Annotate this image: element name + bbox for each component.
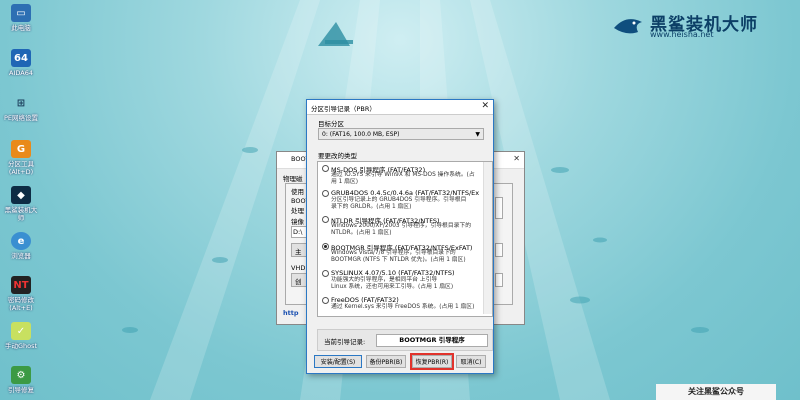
type-label: 要更改的类型 xyxy=(318,152,357,160)
follow-banner[interactable]: 关注黑鲨公众号 xyxy=(656,384,776,400)
target-partition-value: 0: (FAT16, 100.0 MB, ESP) xyxy=(322,131,400,138)
radio-button-selected[interactable] xyxy=(322,243,329,250)
option-title: GRUB4DOS 0.4.5c/0.4.6a (FAT/FAT32/NTFS/E… xyxy=(331,189,480,197)
password-icon: NT xyxy=(11,276,31,294)
side-control[interactable] xyxy=(495,273,503,287)
desktop-icon-label: PE网络设置 xyxy=(3,114,39,122)
desktop-icon-label: 手动Ghost xyxy=(4,342,38,350)
window-text: 物理磁 xyxy=(283,175,303,183)
option-desc: 功能强大的引导程序，是相同平台 上引导 Linux 系统，还也可用来工引导。(占… xyxy=(331,277,454,290)
window-text: 镜像 xyxy=(291,218,304,226)
close-icon[interactable]: ✕ xyxy=(513,154,520,163)
window-text: 处理 xyxy=(291,207,304,215)
browser-icon: e xyxy=(11,232,31,250)
desktop-icon-network[interactable]: ⊞ PE网络设置 xyxy=(3,94,39,123)
window-text: D:\ xyxy=(293,228,303,236)
shark-icon: ◆ xyxy=(11,186,31,204)
ghost-icon: ✓ xyxy=(11,322,31,340)
radio-button[interactable] xyxy=(322,190,329,197)
desktop-icon-computer[interactable]: ▭ 此电脑 xyxy=(3,4,39,32)
desktop-icon-label: AIDA64 xyxy=(9,69,33,77)
dialog-title: 分区引导记录（PBR） xyxy=(311,105,376,113)
scrollbar[interactable] xyxy=(483,162,492,314)
window-link[interactable]: http xyxy=(283,309,299,317)
current-record-value: BOOTMGR 引导程序 xyxy=(376,334,488,347)
desktop-icon-ghost[interactable]: ✓ 手动Ghost xyxy=(3,322,39,350)
desktop-icon-shark[interactable]: ◆ 黑鲨装机大 师 xyxy=(3,186,39,222)
desktop-icon-boot-repair[interactable]: ⚙ 引导修复 xyxy=(3,366,39,394)
diskgenius-icon: G xyxy=(11,140,31,158)
pbr-dialog[interactable]: 分区引导记录（PBR） ✕ 目标分区 0: (FAT16, 100.0 MB, … xyxy=(306,99,494,374)
radio-button[interactable] xyxy=(322,165,329,172)
radio-button[interactable] xyxy=(322,216,329,223)
chevron-down-icon: ▼ xyxy=(475,131,480,138)
radio-button[interactable] xyxy=(322,270,329,277)
backup-pbr-button[interactable]: 备份PBR(B) xyxy=(366,355,406,368)
option-title: FreeDOS (FAT/FAT32) xyxy=(331,296,399,304)
brand-logo: 黑鲨装机大师 www.heisha.net xyxy=(612,10,782,42)
desktop-icon-browser[interactable]: e 浏览器 xyxy=(3,232,39,260)
desktop-icon-diskgenius[interactable]: G 分区工具 (Alt+D) xyxy=(3,140,39,176)
window-text: 创 xyxy=(295,278,302,286)
shark-logo-icon xyxy=(614,19,642,34)
desktop-icon-aida64[interactable]: 64 AIDA64 xyxy=(3,49,39,77)
side-control[interactable] xyxy=(495,243,503,257)
side-control[interactable] xyxy=(495,197,503,219)
window-text: 使用 xyxy=(291,188,304,196)
current-record-label: 当前引导记录: xyxy=(324,338,366,346)
current-record: 当前引导记录: BOOTMGR 引导程序 xyxy=(317,329,493,351)
install-button[interactable]: 安装/配置(S) xyxy=(314,355,362,368)
desktop: ▭ 此电脑 64 AIDA64 ⊞ PE网络设置 G 分区工具 (Alt+D) … xyxy=(0,0,800,400)
close-icon[interactable]: ✕ xyxy=(481,101,489,111)
target-partition-select[interactable]: 0: (FAT16, 100.0 MB, ESP) ▼ xyxy=(318,128,484,140)
restore-pbr-button[interactable]: 恢复PBR(R) xyxy=(410,353,454,370)
pbr-type-group: MS-DOS 引导程序 (FAT/FAT32) 通过 IO.SYS 来引导 Wi… xyxy=(317,161,493,317)
desktop-icon-password[interactable]: NT 密码修改 (Alt+E) xyxy=(3,276,39,312)
window-text: VHD xyxy=(291,264,306,272)
target-label: 目标分区 xyxy=(318,120,344,128)
option-title: SYSLINUX 4.07/5.10 (FAT/FAT32/NTFS) xyxy=(331,269,455,277)
computer-icon: ▭ xyxy=(11,4,31,22)
option-desc: Windows 2000/XP/2003 引导程序，引导根目录下的 NTLDR。… xyxy=(331,223,472,236)
dialog-titlebar[interactable]: 分区引导记录（PBR） ✕ xyxy=(307,100,493,115)
desktop-icon-label: 分区工具 (Alt+D) xyxy=(8,160,34,176)
window-text: 主 xyxy=(295,248,302,256)
option-desc: 分区引导记录上的 GRUB4DOS 引导程序。引导根目 录下的 GRLDR。(占… xyxy=(331,197,467,210)
brand-url: www.heisha.net xyxy=(650,30,714,39)
desktop-icon-label: 引导修复 xyxy=(8,386,34,394)
desktop-icon-label: 密码修改 (Alt+E) xyxy=(8,296,34,312)
boot-repair-icon: ⚙ xyxy=(11,366,31,384)
option-desc: 通过 Kernel.sys 来引导 FreeDOS 系统。(占用 1 扇区) xyxy=(331,304,475,310)
radio-button[interactable] xyxy=(322,297,329,304)
desktop-icon-label: 黑鲨装机大 师 xyxy=(4,206,38,222)
network-icon: ⊞ xyxy=(16,97,26,109)
cancel-button[interactable]: 取消(C) xyxy=(456,355,486,368)
aida64-icon: 64 xyxy=(11,49,31,67)
desktop-icon-label: 此电脑 xyxy=(11,24,31,32)
option-desc: 通过 IO.SYS 来引导 Win9X 和 MS-DOS 操作系统。(占 用 1… xyxy=(331,172,475,185)
desktop-icon-label: 浏览器 xyxy=(11,252,31,260)
option-desc: Windows Vista/7/8 引导程序，引导根目录下的 BOOTMGR (… xyxy=(331,250,466,263)
